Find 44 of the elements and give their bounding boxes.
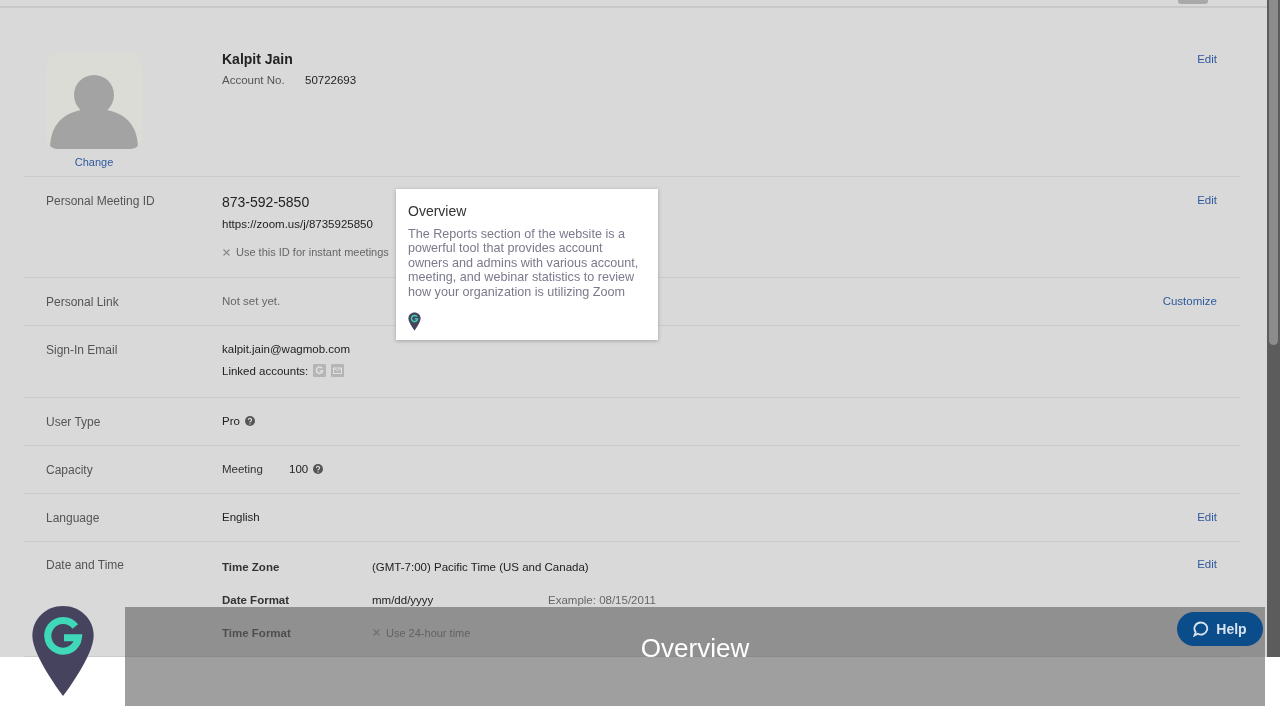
chat-bubble-icon [1193,621,1210,637]
caption-text: Overview [640,633,750,665]
setting-value: mm/dd/yyyy [372,593,435,606]
user-name: Kalpit Jain [222,51,293,67]
help-icon [313,464,324,474]
date-example: Example: 08/15/2011 [548,593,656,606]
capacity-label: Meeting [222,463,264,475]
field-label: Sign-In Email [46,343,119,357]
field-label: Personal Link [46,295,120,309]
edit-link[interactable]: Edit [1197,511,1217,523]
setting-label: Date Format [222,593,291,606]
option-label: Use this ID for instant meetings [236,246,389,258]
edit-link[interactable]: Edit [1197,53,1217,65]
edit-link[interactable]: Edit [1197,194,1217,206]
customize-link[interactable]: Customize [1162,295,1217,307]
pin-icon [408,312,421,332]
scrollbar[interactable] [1267,0,1280,657]
setting-value: (GMT-7:00) Pacific Time (US and Canada) [372,560,589,573]
scrollbar-thumb[interactable] [1269,0,1278,345]
mail-icon [331,364,345,377]
field-label: Capacity [46,463,94,477]
field-label: Personal Meeting ID [46,194,156,208]
help-icon [244,416,255,426]
setting-label: Time Zone [222,560,281,573]
help-button[interactable]: Help [1177,612,1263,646]
field-value: English [222,511,260,523]
user-type-value: Pro [222,415,240,427]
change-photo-link[interactable]: Change [46,156,142,168]
meeting-url: https://zoom.us/j/8735925850 [222,218,373,230]
tooltip-text: The Reports section of the website is a powerful tool that provides account owners and admins with various account, meeting, and webinar statistics to review how your organization is utilizing Zoom [408,227,640,300]
account-number: 50722693 [305,74,357,86]
email-value: kalpit.jain@wagmob.com [222,343,350,355]
linked-accounts-label: Linked accounts: [222,364,309,377]
field-label: Language [46,511,101,525]
field-label: Date and Time [46,558,126,572]
capacity-value: 100 [289,463,309,475]
setting-label: Time Format [222,626,292,639]
toolbar-button[interactable] [1178,0,1208,4]
account-label: Account No. [222,74,286,86]
tooltip-title: Overview [408,203,468,219]
field-label: User Type [46,415,102,429]
meeting-id: 873-592-5850 [222,194,310,210]
google-account-icon [313,364,327,377]
edit-link[interactable]: Edit [1197,558,1217,570]
